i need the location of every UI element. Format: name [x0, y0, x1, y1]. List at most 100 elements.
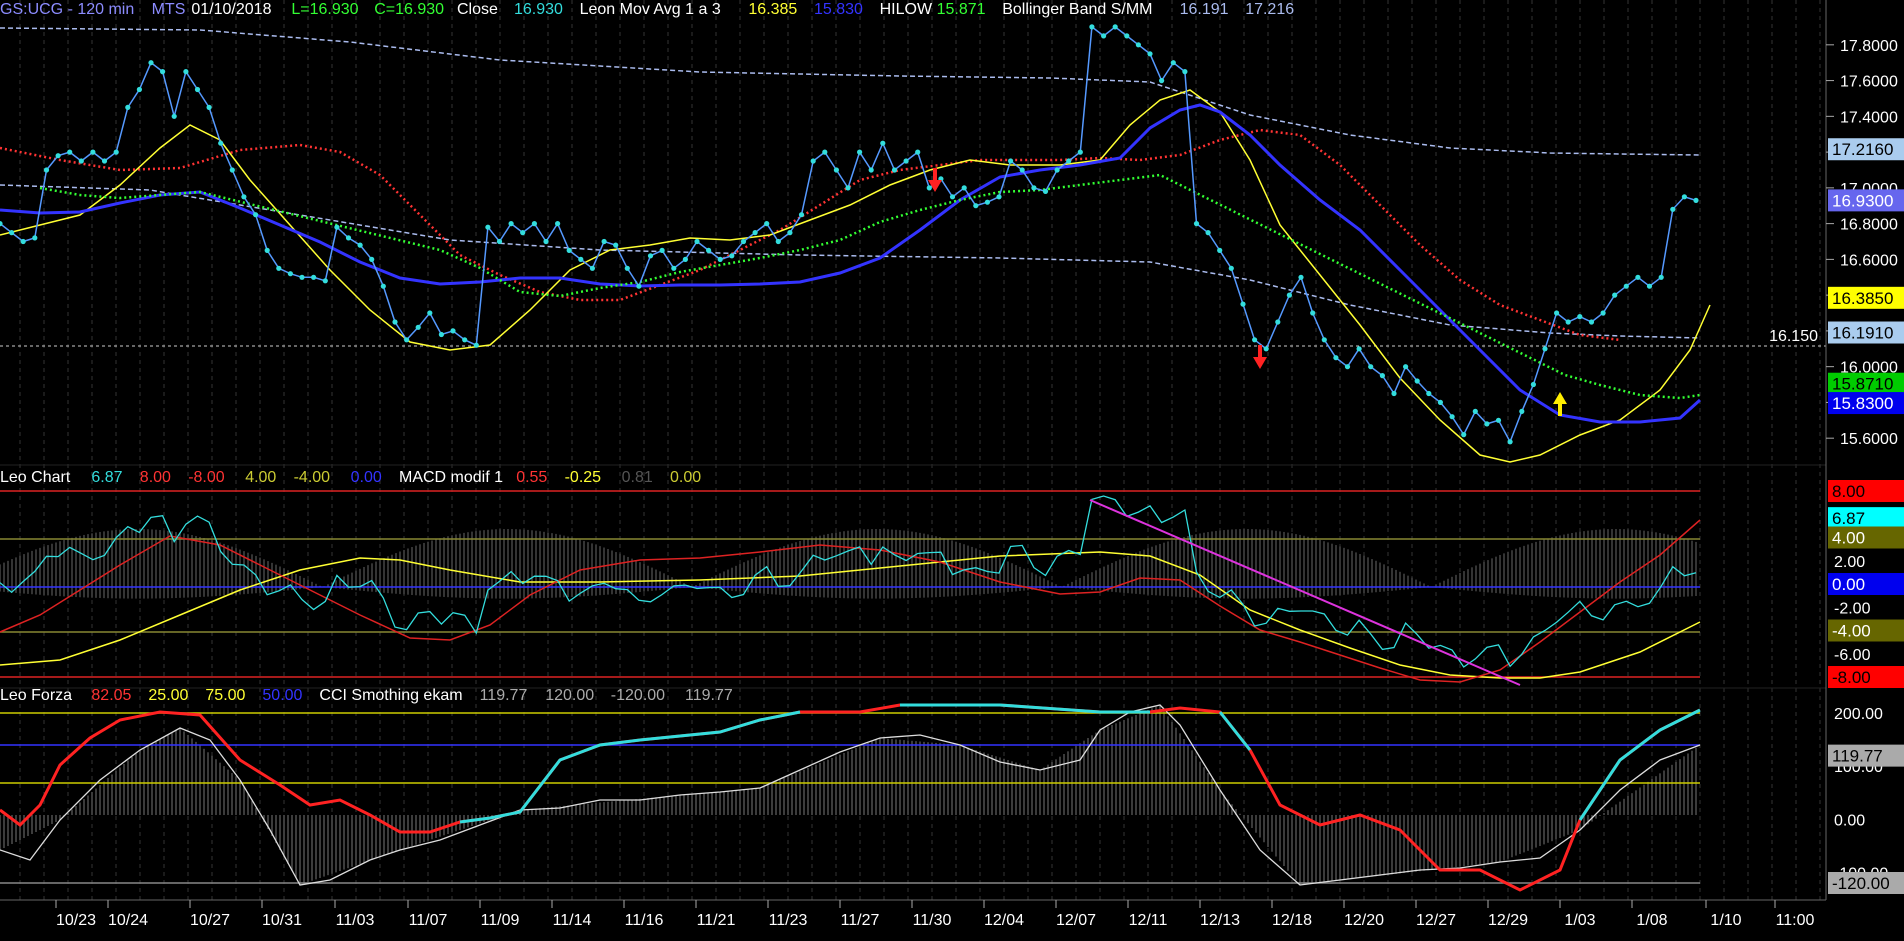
price-point — [845, 185, 851, 191]
price-point — [78, 158, 84, 164]
price-tick-label: 15.6000 — [1840, 431, 1898, 448]
legend-item: 50.00 — [262, 687, 302, 704]
price-point — [601, 238, 607, 245]
price-point — [729, 253, 735, 259]
price-point — [1042, 188, 1049, 194]
legend-item: C=16.930 — [374, 1, 444, 18]
price-point — [949, 194, 956, 200]
price-point — [1426, 390, 1432, 397]
legend-item: 0.00 — [351, 469, 382, 486]
price-point — [67, 149, 73, 155]
price-point — [1147, 51, 1153, 57]
price-point — [1356, 346, 1362, 352]
legend-item: -120.00 — [611, 687, 665, 704]
price-point — [578, 256, 584, 262]
price-point — [1368, 364, 1374, 370]
axis-badge-label: 15.8710 — [1832, 375, 1893, 394]
price-point — [264, 247, 270, 253]
price-point — [1066, 158, 1072, 164]
price-point — [450, 328, 456, 334]
price-point — [485, 224, 491, 230]
price-point — [1530, 381, 1536, 388]
price-point — [566, 247, 572, 253]
price-point — [915, 149, 921, 155]
price-point — [357, 242, 363, 248]
legend-item: 75.00 — [205, 687, 245, 704]
legend-item: Bollinger Band S/MM — [1002, 1, 1152, 18]
price-point — [810, 158, 816, 164]
legend-item: 0.55 — [516, 469, 547, 486]
time-tick-label: 12/27 — [1416, 912, 1456, 929]
price-point — [438, 331, 444, 338]
legend-item: 4.00 — [245, 469, 276, 486]
price-point — [1159, 78, 1165, 84]
price-point — [1077, 149, 1083, 155]
price-point — [1135, 42, 1141, 48]
price-point — [218, 140, 224, 146]
price-point — [229, 167, 235, 173]
price-point — [392, 319, 398, 325]
price-point — [1263, 346, 1269, 352]
price-point — [32, 235, 38, 241]
legend-item: 120.00 — [545, 687, 594, 704]
price-point — [624, 265, 630, 271]
legend-item: 16.191 — [1180, 1, 1229, 18]
price-point — [1472, 408, 1478, 414]
price-point — [543, 238, 549, 245]
price-point — [55, 153, 61, 159]
cursor-price-label: 16.150 — [1769, 328, 1818, 345]
time-tick-label: 11/23 — [769, 912, 808, 929]
price-point — [1228, 265, 1234, 271]
legend-item: L=16.930 — [291, 1, 358, 18]
price-point — [113, 149, 119, 155]
price-point — [926, 185, 932, 191]
legend-item: 15.830 — [814, 1, 863, 18]
price-point — [787, 230, 793, 236]
price-point — [20, 238, 26, 245]
price-point — [694, 238, 700, 245]
price-point — [1321, 337, 1327, 343]
price-point — [659, 247, 665, 253]
price-point — [404, 337, 410, 343]
legend-item: -4.00 — [294, 469, 331, 486]
legend-item: 0.81 — [622, 469, 653, 486]
price-point — [1310, 310, 1316, 316]
price-point — [1298, 274, 1304, 280]
price-point — [1600, 310, 1606, 316]
time-tick-label: 12/07 — [1056, 912, 1096, 929]
time-tick-label: 11/21 — [697, 912, 736, 929]
price-point — [1275, 319, 1281, 325]
price-point — [647, 253, 654, 259]
price-point — [589, 265, 596, 271]
time-tick-label: 11/27 — [841, 912, 880, 929]
price-point — [903, 158, 909, 164]
time-tick-label: 10/31 — [262, 912, 302, 929]
price-point — [1623, 283, 1629, 289]
price-point — [984, 199, 991, 205]
price-point — [636, 283, 642, 289]
price-point — [1054, 167, 1060, 173]
legend-item: 16.930 — [514, 1, 563, 18]
osc1-tick-label: -2.00 — [1834, 600, 1871, 617]
stock-chart[interactable]: GS:UCG - 120 min MTS 01/10/2018 L=16.930 C=1… — [0, 0, 1904, 941]
price-point — [160, 69, 166, 75]
price-point — [740, 238, 747, 245]
price-point — [206, 104, 212, 110]
price-point — [322, 278, 328, 284]
osc2-tick-label: 200.00 — [1834, 706, 1883, 723]
time-tick-label: 11/30 — [913, 912, 952, 929]
price-point — [171, 113, 177, 119]
price-point — [1554, 310, 1560, 316]
price-point — [1403, 364, 1409, 370]
legend-item: 0.00 — [670, 469, 701, 486]
price-point — [427, 310, 433, 316]
axis-badge-label: -8.00 — [1832, 668, 1871, 687]
legend-item: CCI Smothing ekam — [319, 687, 462, 704]
price-tick-label: 16.6000 — [1840, 252, 1898, 269]
legend-item: Leon Mov Avg 1 a 3 — [580, 1, 721, 18]
time-tick-label: 11/16 — [625, 912, 664, 929]
axis-badge-label: -120.00 — [1832, 874, 1890, 893]
price-tick-label: 17.8000 — [1840, 38, 1898, 55]
axis-badge-label: 17.2160 — [1832, 140, 1893, 159]
price-point — [496, 238, 503, 245]
